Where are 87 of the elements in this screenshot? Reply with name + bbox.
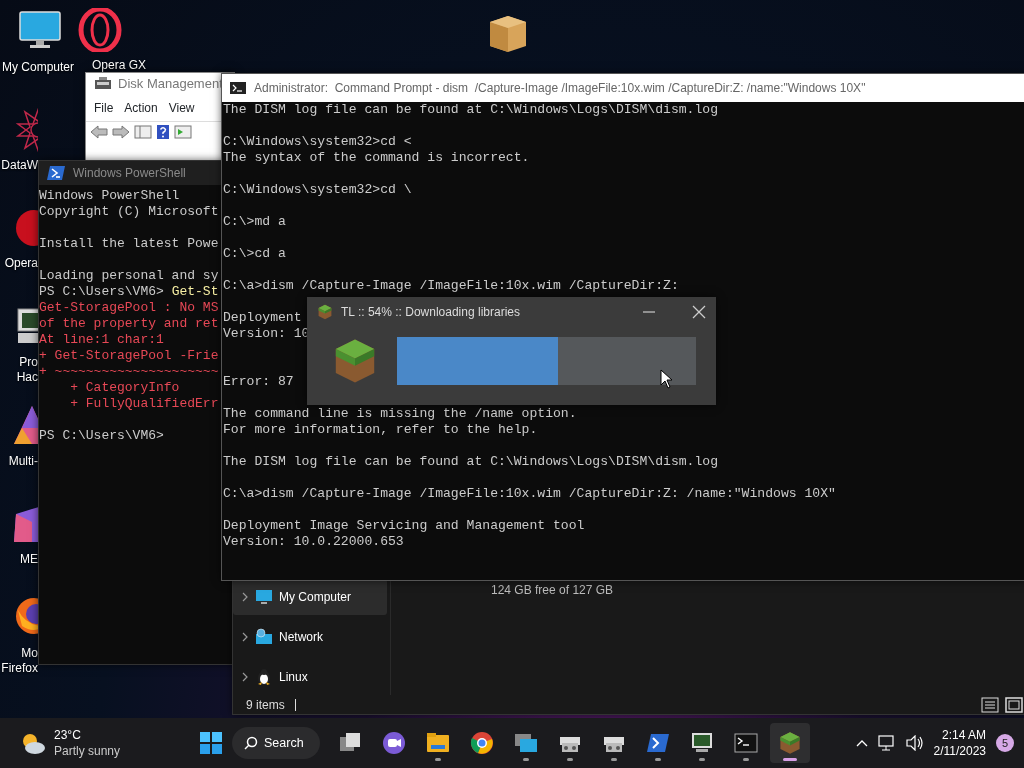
icon-label[interactable]: DataW [1,158,38,173]
console-line: For more information, refer to the help. [222,422,538,438]
console-line: C:\Windows\system32>cd < [222,134,412,150]
computer-icon [255,588,273,606]
notification-badge[interactable]: 5 [996,734,1014,752]
clock-date[interactable]: 2/11/2023 [933,743,986,759]
console-line: PS C:\Users\VM6> [39,428,164,444]
console-line: Copyright (C) Microsoft [39,204,219,220]
console-line: C:\a>dism /Capture-Image /ImageFile:10x.wim /CaptureDir:Z: [222,278,679,294]
icon-label[interactable]: Mo [21,646,38,661]
search-button[interactable]: Search [232,727,320,759]
console-line: Loading personal and sy [39,268,219,284]
console-line: C:\>md a [222,214,286,230]
icon-label[interactable]: ME [20,552,38,567]
browser-icon [469,731,494,755]
console-line: PS C:\Users\VM6> Get-St [39,284,219,300]
window-title: Disk Management [118,75,223,94]
terminal-icon [230,82,246,94]
temperature[interactable]: 23°C [54,727,121,743]
menu-item[interactable]: Action [120,99,165,117]
help-icon[interactable] [156,124,170,140]
window-title: Administrator: Command Prompt - dism /Capture-Image /ImageFile:10x.wim /CaptureDir:Z: /name:"Windows 10X" [254,80,866,97]
taskbar-app[interactable] [769,723,810,763]
console-line: Windows PowerShell [39,188,180,204]
chevron-icon[interactable] [241,672,249,682]
terminal-icon [47,166,65,180]
chevron-icon[interactable] [241,632,249,642]
menu-item[interactable]: View [164,99,202,117]
volume-icon[interactable] [905,735,924,751]
console-line: Deployment [222,310,302,326]
error-line: + Get-StoragePool -Frie [39,348,219,364]
console-line: The command line is missing the /name option. [222,406,577,422]
icon-label[interactable]: Hac [16,370,38,385]
console-line: C:\Windows\system32>cd \ [222,182,412,198]
computer-icon [689,731,714,755]
error-line: Get-StoragePool : No MS [39,300,219,316]
console-line: Deployment Image Servicing and Management tool [222,518,585,534]
ring-icon [78,8,122,52]
window-title: Windows PowerShell [73,165,186,182]
folder-icon [425,731,450,755]
grass-block-icon [317,304,333,320]
penguin-icon [255,668,273,686]
clock-time[interactable]: 2:14 AM [933,727,986,743]
menu-item[interactable]: File [90,99,121,117]
icon-label[interactable]: Firefox [1,661,38,676]
icon-label[interactable]: Opera [4,256,38,271]
error-line: + FullyQualifiedErr [69,396,219,412]
console-line: Install the latest Powe [39,236,219,252]
icon-label[interactable]: Pro [19,355,38,370]
details-view-icon[interactable] [981,696,999,713]
console-line: Error: 87 [222,374,294,390]
error-line: + ~~~~~~~~~~~~~~~~~~~~~ [39,364,219,380]
weather-condition[interactable]: Partly sunny [54,743,121,759]
item-count: 9 items [246,696,285,714]
icon-label[interactable]: Opera GX [92,58,147,73]
error-line: + CategoryInfo [69,380,180,396]
disk-icon [94,76,112,92]
star-icon [16,108,38,152]
back-icon[interactable] [90,125,108,139]
console-line: Version: 10.0.22000.653 [222,534,404,550]
window-title: TL :: 54% :: Downloading libraries [341,304,521,321]
sidebar-item[interactable]: Linux [233,659,387,695]
error-line: At line:1 char:1 [39,332,164,348]
windows-icon [513,731,538,755]
sidebar-item[interactable]: Network [233,619,387,655]
console-line: The DISM log file can be found at C:\Windows\Logs\DISM\dism.log [222,454,719,470]
close-icon[interactable] [692,305,706,319]
cursor-icon [660,369,672,389]
search-icon [244,736,258,750]
console-line: The syntax of the command is incorrect. [222,150,530,166]
console-line: The DISM log file can be found at C:\Windows\Logs\DISM\dism.log [222,102,719,118]
grass-block-icon [777,731,802,755]
terminal-icon [733,731,758,755]
start-icon[interactable] [200,732,222,754]
console-line: C:\a>dism /Capture-Image /ImageFile:10x.wim /CaptureDir:Z: /name:"Windows 10X" [222,486,836,502]
sidebar-item[interactable]: My Computer [233,579,387,615]
icon-label[interactable]: Multi- [8,454,38,469]
weather-icon[interactable] [20,731,46,755]
console-line: C:\>cd a [222,246,286,262]
terminal-icon [645,731,670,755]
tiles-view-icon[interactable] [1005,696,1023,713]
icon-label[interactable]: My Computer [2,60,75,75]
forward-icon[interactable] [112,125,130,139]
error-line: of the property and ret [39,316,219,332]
drive-info: 124 GB free of 127 GB [491,582,614,599]
video-chat-icon [381,731,406,755]
computer-icon [18,10,62,50]
